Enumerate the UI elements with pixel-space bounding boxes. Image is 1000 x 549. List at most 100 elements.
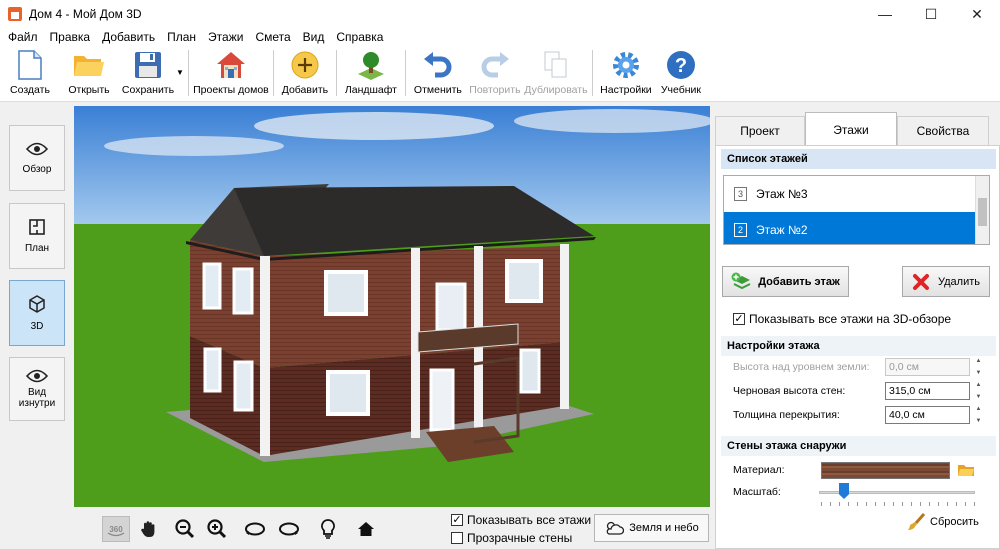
tab-project[interactable]: Проект (715, 116, 805, 145)
window (202, 262, 222, 310)
corner-trim (560, 244, 569, 409)
overview-view-button[interactable]: Обзор (9, 125, 65, 191)
spinner-icon[interactable]: ▲ ▼ (973, 406, 984, 424)
minimize-button[interactable]: — (862, 0, 908, 28)
open-button[interactable]: Открыть (60, 46, 118, 100)
rough-wall-height-input[interactable]: 315,0 см (885, 382, 970, 400)
zoom-out-icon[interactable] (171, 516, 199, 542)
floor-number-icon: 3 (734, 187, 747, 201)
window (233, 360, 254, 412)
duplicate-button: Дублировать (524, 46, 588, 100)
app-house-icon (8, 7, 22, 21)
reset-button[interactable]: Сбросить (906, 512, 979, 532)
window (519, 348, 541, 394)
add-floor-button[interactable]: Добавить этаж (722, 266, 849, 297)
show-all-floors-3d-checkbox[interactable]: ✓ Показывать все этажи на 3D-обзоре (733, 312, 951, 326)
red-x-icon (913, 273, 929, 290)
house-icon (215, 50, 247, 80)
close-button[interactable]: ✕ (954, 0, 1000, 28)
3d-view-button[interactable]: 3D (9, 280, 65, 346)
zoom-in-icon[interactable] (203, 516, 231, 542)
transparent-walls-checkbox[interactable]: Прозрачные стены (451, 531, 572, 545)
toolbar-separator (404, 50, 406, 96)
floor-list-scrollbar[interactable] (975, 176, 989, 244)
menu-add[interactable]: Добавить (96, 30, 161, 44)
wall-material-swatch[interactable] (821, 462, 950, 479)
help-question-icon: ? (665, 50, 697, 80)
view-mode-panel: Обзор План 3D Вид изнутри (0, 103, 74, 549)
floors-tab-content: Список этажей 3 Этаж №3 2 Этаж №2 Добави… (715, 145, 1000, 549)
floor-list[interactable]: 3 Этаж №3 2 Этаж №2 (723, 175, 990, 245)
window (324, 270, 368, 316)
tab-floors[interactable]: Этажи (805, 112, 897, 146)
toolbar: Создать Открыть Сохранить ▼ Проекты домо… (0, 46, 1000, 102)
create-button[interactable]: Создать (0, 46, 60, 100)
window (203, 347, 222, 393)
landscape-button[interactable]: Ландшафт (341, 46, 401, 100)
add-floor-green-icon (731, 272, 751, 289)
tutorial-button[interactable]: ? Учебник (655, 46, 707, 100)
menu-plan[interactable]: План (161, 30, 202, 44)
floor-number-icon: 2 (734, 223, 747, 237)
menu-file[interactable]: Файл (2, 30, 44, 44)
gear-icon (610, 50, 642, 80)
undo-button[interactable]: Отменить (410, 46, 466, 100)
spinner-icon[interactable]: ▲ ▼ (973, 382, 984, 400)
inside-view-button[interactable]: Вид изнутри (9, 357, 65, 421)
show-all-floors-checkbox[interactable]: ✓ Показывать все этажи (451, 513, 591, 527)
house-projects-button[interactable]: Проекты домов (193, 46, 269, 100)
cloud (104, 136, 284, 156)
checkbox-checked[interactable]: ✓ (733, 313, 745, 325)
add-button[interactable]: Добавить (278, 46, 332, 100)
3d-viewport[interactable] (74, 106, 710, 507)
toolbar-separator (272, 50, 274, 96)
duplicate-icon (540, 50, 572, 80)
save-button[interactable]: Сохранить (118, 46, 178, 100)
tree-icon (355, 50, 387, 80)
plus-circle-icon (289, 50, 321, 80)
save-dropdown-arrow-icon[interactable]: ▼ (176, 68, 184, 77)
svg-text:?: ? (675, 55, 687, 77)
window (505, 259, 543, 303)
checkbox-checked[interactable]: ✓ (451, 514, 463, 526)
eye-icon (26, 369, 48, 383)
height-above-ground-input: 0,0 см (885, 358, 970, 376)
tab-properties[interactable]: Свойства (897, 116, 989, 145)
menu-view[interactable]: Вид (297, 30, 331, 44)
light-bulb-icon[interactable] (314, 516, 342, 542)
folder-icon (73, 50, 105, 80)
menu-help[interactable]: Справка (330, 30, 389, 44)
scrollbar-thumb[interactable] (978, 198, 987, 226)
list-item[interactable]: 3 Этаж №3 (724, 176, 976, 212)
earth-and-sky-button[interactable]: Земля и небо (594, 514, 709, 542)
hand-pan-icon[interactable] (135, 516, 163, 542)
toolbar-separator (187, 50, 189, 96)
rotate-right-icon[interactable] (275, 516, 303, 542)
slab-thickness-input[interactable]: 40,0 см (885, 406, 970, 424)
settings-button[interactable]: Настройки (597, 46, 655, 100)
maximize-button[interactable]: ☐ (908, 0, 954, 28)
window (232, 267, 254, 315)
rotate-360-icon[interactable]: 360 (102, 516, 130, 542)
menu-floors[interactable]: Этажи (202, 30, 249, 44)
slider-ticks (821, 502, 975, 506)
toolbar-separator (335, 50, 337, 96)
menu-estimate[interactable]: Смета (249, 30, 296, 44)
toolbar-separator (591, 50, 593, 96)
rotate-left-icon[interactable] (241, 516, 269, 542)
home-icon[interactable] (352, 516, 380, 542)
house-3d-render[interactable] (74, 106, 710, 507)
cloud-sun-icon (606, 521, 625, 535)
checkbox-unchecked[interactable] (451, 532, 463, 544)
list-item[interactable]: 2 Этаж №2 (724, 212, 976, 244)
entrance-door (429, 368, 455, 432)
scale-slider-thumb[interactable] (839, 483, 849, 499)
new-document-icon (14, 50, 46, 80)
plan-view-button[interactable]: План (9, 203, 65, 269)
folder-icon[interactable] (957, 463, 975, 477)
panel-tabs: Проект Этажи Свойства (715, 112, 1000, 146)
menu-edit[interactable]: Правка (44, 30, 97, 44)
delete-floor-button[interactable]: Удалить (902, 266, 990, 297)
balcony-door (435, 282, 467, 332)
exterior-walls-heading: Стены этажа снаружи (721, 436, 996, 456)
